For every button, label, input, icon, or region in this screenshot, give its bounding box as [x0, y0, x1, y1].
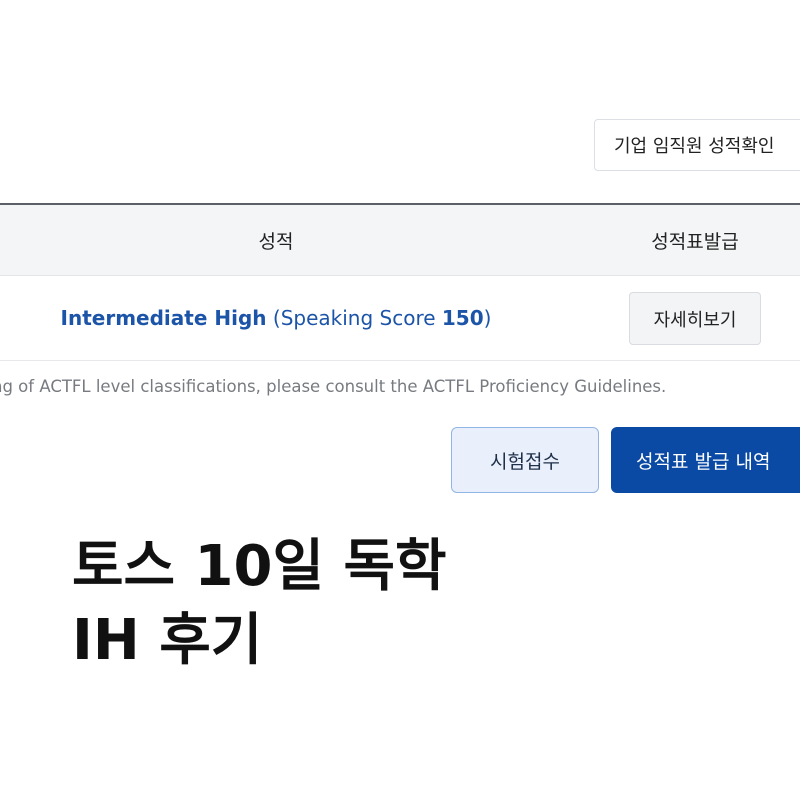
overlay-title-line-1: 토스 10일 독학: [72, 534, 447, 599]
proficiency-level: Intermediate High: [60, 306, 267, 330]
table-header-row: 성적 성적표발급: [0, 203, 800, 276]
score-prefix: (Speaking Score: [266, 306, 442, 330]
overlay-title-line-2: IH 후기: [72, 608, 263, 673]
report-issue-history-button[interactable]: 성적표 발급 내역: [611, 427, 800, 493]
score-suffix: ): [483, 306, 492, 330]
grade-column-header: 성적: [258, 231, 294, 253]
view-details-button[interactable]: 자세히보기: [629, 292, 761, 345]
actfl-guidelines-notice: ng of ACTFL level classifications, pleas…: [0, 377, 667, 396]
exam-register-button[interactable]: 시험접수: [451, 427, 599, 493]
corporate-employee-score-check-button[interactable]: 기업 임직원 성적확인: [594, 119, 800, 171]
score-table: 성적 성적표발급 Intermediate High (Speaking Sco…: [0, 203, 800, 361]
overlay-title: 토스 10일 독학 IH 후기: [72, 530, 447, 678]
speaking-score-value: 150: [441, 306, 484, 330]
report-issue-column-header: 성적표발급: [651, 231, 739, 253]
table-row: Intermediate High (Speaking Score 150 ) …: [0, 276, 800, 361]
grade-cell: Intermediate High (Speaking Score 150 ): [0, 276, 552, 360]
